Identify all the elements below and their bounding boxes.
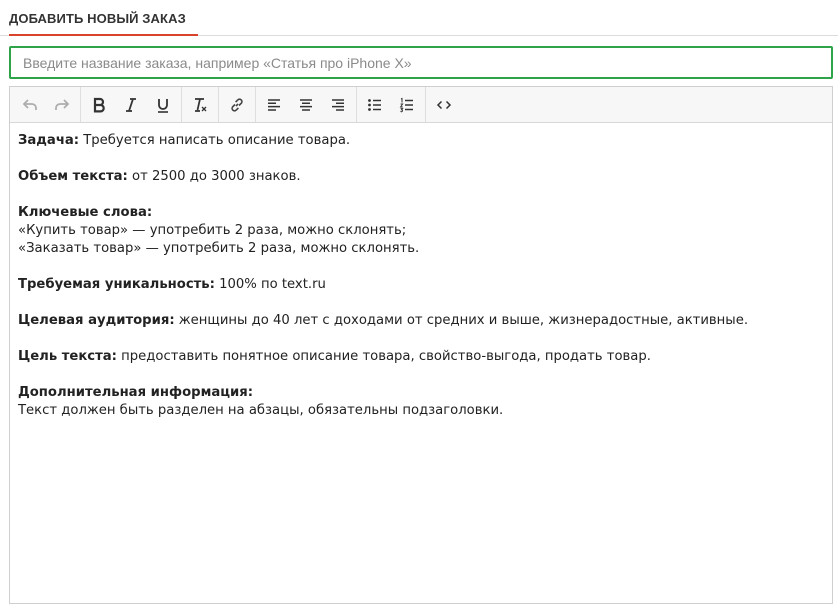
align-right-icon (332, 98, 344, 111)
list-group (357, 87, 426, 122)
format-group (81, 87, 182, 122)
numbered-list-icon (399, 97, 413, 112)
link-icon (231, 97, 243, 112)
redo-button[interactable] (46, 88, 78, 122)
source-code-icon (436, 100, 452, 109)
task-paragraph: Задача: Требуется написать описание това… (18, 132, 824, 150)
underline-button[interactable] (147, 88, 179, 122)
audience-paragraph: Целевая аудитория: женщины до 40 лет с д… (18, 312, 824, 330)
code-group (426, 87, 462, 122)
keywords-paragraph: Ключевые слова: «Купить товар» — употреб… (18, 204, 824, 258)
align-center-button[interactable] (290, 88, 322, 122)
volume-text: от 2500 до 3000 знаков. (127, 169, 301, 184)
clear-formatting-icon (195, 97, 207, 112)
task-label: Задача: (18, 133, 80, 148)
align-group (256, 87, 357, 122)
section-header: ДОБАВИТЬ НОВЫЙ ЗАКАЗ (0, 0, 838, 36)
uniqueness-text: 100% по text.ru (214, 277, 326, 292)
history-group (12, 87, 81, 122)
redo-icon (55, 98, 70, 110)
clear-formatting-button[interactable] (184, 88, 216, 122)
order-title-input[interactable] (9, 46, 833, 79)
editor-content[interactable]: Задача: Требуется написать описание това… (10, 123, 832, 447)
clear-group (182, 87, 219, 122)
bold-button[interactable] (83, 88, 115, 122)
title-underline (9, 34, 198, 36)
bullet-list-button[interactable] (359, 88, 391, 122)
numbered-list-button[interactable] (391, 88, 423, 122)
task-text: Требуется написать описание товара. (79, 133, 351, 148)
link-group (219, 87, 256, 122)
bullet-list-icon (368, 98, 381, 111)
bold-icon (93, 97, 105, 112)
italic-button[interactable] (115, 88, 147, 122)
underline-icon (158, 98, 168, 113)
goal-paragraph: Цель текста: предоставить понятное описа… (18, 348, 824, 366)
keywords-label: Ключевые слова: (18, 205, 153, 220)
keyword-line-1: «Купить товар» — употребить 2 раза, можн… (18, 223, 407, 238)
undo-button[interactable] (14, 88, 46, 122)
extra-paragraph: Дополнительная информация: Текст должен … (18, 384, 824, 420)
align-left-icon (268, 98, 280, 111)
undo-icon (22, 98, 37, 110)
align-right-button[interactable] (322, 88, 354, 122)
source-code-button[interactable] (428, 88, 460, 122)
italic-icon (126, 97, 136, 112)
uniqueness-label: Требуемая уникальность: (18, 277, 215, 292)
uniqueness-paragraph: Требуемая уникальность: 100% по text.ru (18, 276, 824, 294)
volume-paragraph: Объем текста: от 2500 до 3000 знаков. (18, 168, 824, 186)
editor-toolbar (10, 87, 832, 123)
extra-line-1: Текст должен быть разделен на абзацы, об… (18, 403, 504, 418)
volume-label: Объем текста: (18, 169, 128, 184)
extra-label: Дополнительная информация: (18, 385, 254, 400)
page-title: ДОБАВИТЬ НОВЫЙ ЗАКАЗ (9, 11, 186, 26)
keyword-line-2: «Заказать товар» — употребить 2 раза, мо… (18, 241, 420, 256)
audience-label: Целевая аудитория: (18, 313, 175, 328)
audience-text: женщины до 40 лет с доходами от средних … (174, 313, 749, 328)
rich-text-editor: Задача: Требуется написать описание това… (9, 86, 833, 604)
align-center-icon (300, 98, 312, 111)
link-button[interactable] (221, 88, 253, 122)
align-left-button[interactable] (258, 88, 290, 122)
goal-text: предоставить понятное описание товара, с… (116, 349, 651, 364)
goal-label: Цель текста: (18, 349, 117, 364)
